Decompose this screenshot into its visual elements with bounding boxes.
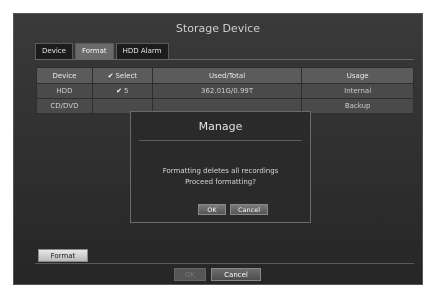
- tab-format[interactable]: Format: [74, 43, 114, 59]
- row-device: CD/DVD: [36, 98, 93, 114]
- col-used-total: Used/Total: [151, 67, 303, 84]
- select-all-label: Select: [115, 71, 138, 80]
- row-used-total: 362.01G/0.99T: [151, 83, 303, 99]
- dialog-divider: [139, 140, 302, 141]
- ok-button[interactable]: OK: [174, 268, 206, 281]
- check-icon: ✔: [107, 71, 114, 80]
- tab-divider: [35, 59, 414, 60]
- col-usage: Usage: [301, 67, 414, 84]
- cancel-button[interactable]: Cancel: [211, 268, 261, 281]
- row-usage: Backup: [301, 98, 414, 114]
- dialog-line-2: Proceed formatting?: [185, 178, 256, 186]
- dialog-line-1: Formatting deletes all recordings: [162, 167, 279, 175]
- row-select-checkbox[interactable]: ✔ 5: [91, 83, 153, 99]
- tab-bar: Device Format HDD Alarm: [35, 43, 169, 59]
- dialog-ok-button[interactable]: OK: [198, 204, 226, 215]
- format-button[interactable]: Format: [38, 249, 88, 262]
- row-usage: Internal: [301, 83, 414, 99]
- dialog-cancel-button[interactable]: Cancel: [230, 204, 268, 215]
- storage-device-window: Storage Device Device Format HDD Alarm D…: [13, 13, 423, 285]
- dialog-message: Formatting deletes all recordings Procee…: [131, 166, 310, 188]
- check-icon: ✔: [116, 87, 123, 95]
- bottom-divider: [35, 263, 414, 264]
- table-header-row: Device ✔ Select Used/Total Usage: [36, 67, 414, 84]
- tab-device[interactable]: Device: [35, 43, 73, 59]
- manage-dialog: Manage Formatting deletes all recordings…: [130, 111, 311, 223]
- row-device: HDD: [36, 83, 93, 99]
- col-select[interactable]: ✔ Select: [91, 67, 153, 84]
- table-row: HDD ✔ 5 362.01G/0.99T Internal: [36, 83, 414, 99]
- dialog-title: Manage: [198, 120, 243, 133]
- screen: Storage Device Device Format HDD Alarm D…: [0, 0, 438, 297]
- window-title: Storage Device: [175, 22, 261, 35]
- col-device: Device: [36, 67, 93, 84]
- row-select-value: 5: [124, 87, 129, 95]
- device-table: Device ✔ Select Used/Total Usage HDD ✔ 5 3…: [36, 67, 414, 114]
- tab-hdd-alarm[interactable]: HDD Alarm: [115, 43, 169, 59]
